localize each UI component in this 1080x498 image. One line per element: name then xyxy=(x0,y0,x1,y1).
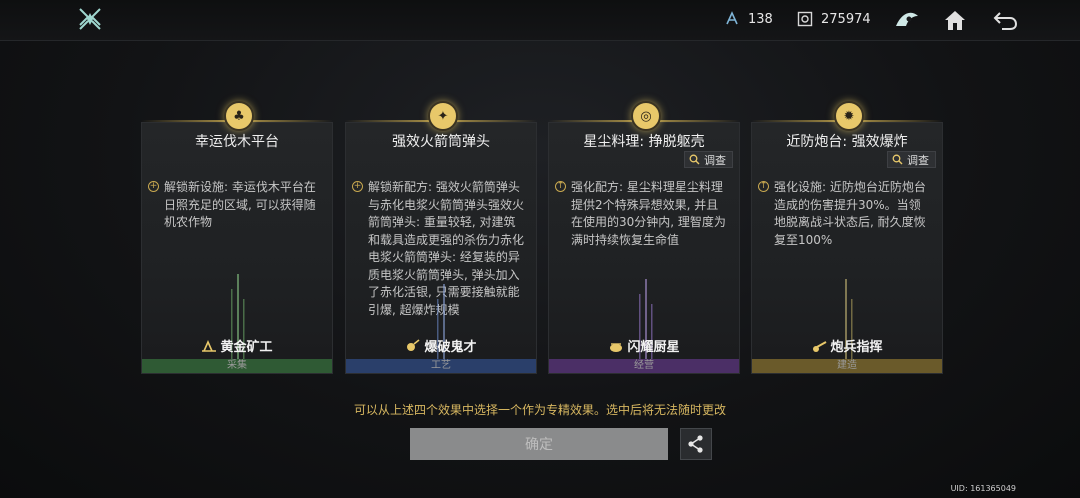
category-bar: 建造 xyxy=(752,359,942,373)
coin-icon xyxy=(797,11,813,27)
home-icon[interactable] xyxy=(942,8,968,32)
game-logo-icon[interactable] xyxy=(78,7,102,31)
rocket-warhead-icon: ✦ xyxy=(428,101,458,131)
skill-label: 黄金矿工 xyxy=(142,336,332,355)
demolition-icon xyxy=(407,339,420,351)
card-title: 幸运伐木平台 xyxy=(195,134,279,150)
tree-platform-icon: ♣ xyxy=(224,101,254,131)
back-icon[interactable] xyxy=(992,8,1018,32)
investigate-button[interactable]: 调查 xyxy=(887,151,936,168)
card-title: 近防炮台: 强效爆炸 xyxy=(786,134,908,150)
card-title: 强效火箭筒弹头 xyxy=(392,134,490,150)
uid-label: UID: 161365049 xyxy=(950,484,1016,493)
currency-a: 138 xyxy=(724,11,773,27)
effect-card-3[interactable]: ◎ 星尘料理: 挣脱躯壳 调查 ↑ 强化配方: 星尘料理星尘料理提供2个特殊异想… xyxy=(548,101,740,374)
miner-icon xyxy=(202,340,217,352)
currency-b: 275974 xyxy=(797,11,871,27)
upgrade-bullet-icon: ↑ xyxy=(555,181,566,192)
magnifier-icon xyxy=(689,154,700,165)
share-button[interactable] xyxy=(680,428,712,460)
artillery-icon xyxy=(813,341,827,352)
currency-a-value: 138 xyxy=(748,11,773,27)
currency-b-value: 275974 xyxy=(821,11,871,27)
magnifier-icon xyxy=(892,154,903,165)
plus-bullet-icon: + xyxy=(352,181,363,192)
card-title: 星尘料理: 挣脱躯壳 xyxy=(583,134,705,150)
turret-icon: ✹ xyxy=(834,101,864,131)
share-icon xyxy=(688,435,703,453)
top-bar: 138 275974 xyxy=(0,0,1080,41)
selection-note: 可以从上述四个效果中选择一个作为专精效果。选中后将无法随时更改 xyxy=(353,403,726,417)
chef-icon xyxy=(610,343,623,352)
effect-card-2[interactable]: ✦ 强效火箭筒弹头 + 解锁新配方: 强效火箭筒弹头与赤化电浆火箭筒弹头强效火箭… xyxy=(345,101,537,374)
plus-bullet-icon: + xyxy=(148,181,159,192)
category-bar: 采集 xyxy=(142,359,332,373)
investigate-button[interactable]: 调查 xyxy=(684,151,733,168)
effect-card-1[interactable]: ♣ 幸运伐木平台 + 解锁新设施: 幸运伐木平台在日照充足的区域, 可以获得随机… xyxy=(141,101,333,374)
shard-icon xyxy=(726,11,738,25)
effect-card-4[interactable]: ✹ 近防炮台: 强效爆炸 调查 ↑ 强化设施: 近防炮台近防炮台造成的伤害提升3… xyxy=(751,101,943,374)
cooking-pot-icon: ◎ xyxy=(631,101,661,131)
category-bar: 经营 xyxy=(549,359,739,373)
wing-emblem-icon[interactable] xyxy=(894,8,920,32)
skill-label: 爆破鬼才 xyxy=(346,336,536,355)
upgrade-bullet-icon: ↑ xyxy=(758,181,769,192)
skill-label: 炮兵指挥 xyxy=(752,336,942,355)
skill-label: 闪耀厨星 xyxy=(549,336,739,355)
confirm-button[interactable]: 确定 xyxy=(410,428,668,460)
category-bar: 工艺 xyxy=(346,359,536,373)
